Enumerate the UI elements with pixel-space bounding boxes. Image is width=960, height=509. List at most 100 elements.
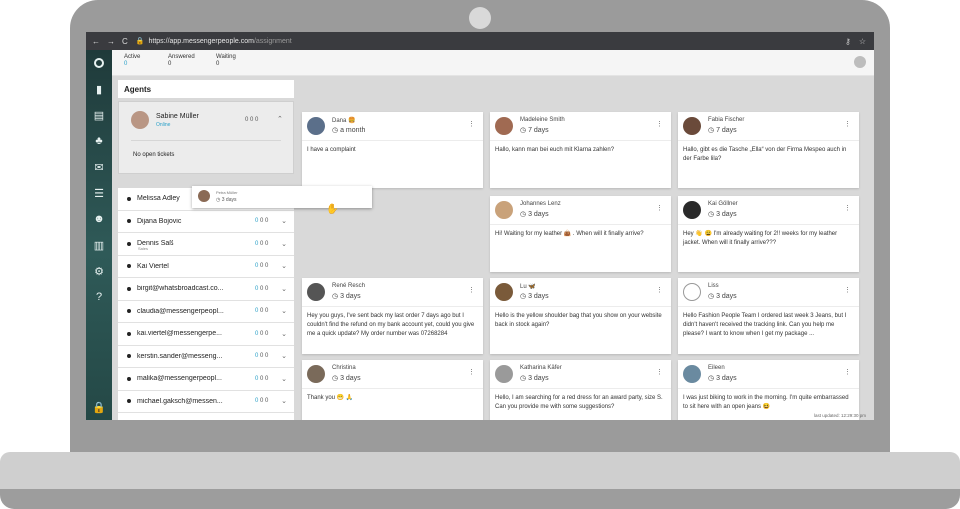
more-options-icon[interactable]: ⋮ [656,120,663,128]
list-icon[interactable]: ☰ [86,180,112,206]
ticket-message: I have a complaint [307,147,356,153]
inbox-icon[interactable]: ▤ [86,102,112,128]
chevron-down-icon[interactable]: ⌄ [281,285,287,293]
agent-list: Melissa Adley0 0 0⌄Dijana Bojovic0 0 0⌄D… [118,188,294,420]
more-options-icon[interactable]: ⋮ [844,120,851,128]
agent-name: Kai Viertel [137,262,169,270]
chevron-down-icon[interactable]: ⌄ [281,330,287,338]
customer-name: Fabia Fischer [708,117,745,123]
address-bar[interactable]: 🔒 https://app.messengerpeople.com/assign… [136,37,292,46]
status-dot [127,286,131,291]
agent-row[interactable]: kai.viertel@messengerpe... 0 0 0 ⌄ [118,323,294,346]
agent-name: claudia@messengerpeopl... [137,307,224,315]
ticket-card[interactable]: Christina ◷ 3 days ⋮ Thank you 😁 🙏 [302,360,483,420]
more-options-icon[interactable]: ⋮ [656,368,663,376]
chart-icon[interactable]: ▥ [86,232,112,258]
chevron-down-icon[interactable]: ⌄ [281,375,287,383]
ticket-card[interactable]: Lu 🦋 ◷ 3 days ⋮ Hello is the yellow shoulde… [490,278,671,354]
agent-expanded[interactable]: Sabine Müller Online 0 0 0 ⌃ No open tic… [118,101,294,174]
customer-name: Eileen [708,365,725,371]
help-icon[interactable]: ? [86,284,112,310]
ticket-card[interactable]: Fabia Fischer ◷ 7 days ⋮ Hallo, gibt es die… [678,112,859,188]
agent-name: Dennis Saß [137,240,174,248]
chevron-down-icon[interactable]: ⌄ [281,307,287,315]
ticket-card[interactable]: Dana 🍔 ◷ a month ⋮ I have a complaint [302,112,483,188]
ticket-card[interactable]: Eileen ◷ 3 days ⋮ I was just biking to work… [678,360,859,420]
agent-row[interactable]: muriam@messengerpeopl...0 0 0⌄ [118,413,294,420]
clock-icon: ◷ [520,211,527,218]
ticket-card[interactable]: Madeleine Smith ◷ 7 days ⋮ Hallo, kann man … [490,112,671,188]
chevron-down-icon[interactable]: ⌄ [281,397,287,405]
agents-panel: Agents Sabine Müller Online 0 0 0 ⌃ No o… [118,80,294,420]
agent-row[interactable]: claudia@messengerpeopl... 0 0 0 ⌄ [118,300,294,323]
more-options-icon[interactable]: ⋮ [844,204,851,212]
url-host: https://app.messengerpeople.com [148,37,254,45]
chevron-down-icon[interactable]: ⌄ [281,240,287,248]
star-icon[interactable]: ☆ [859,37,866,46]
agent-row[interactable]: birgit@whatsbroadcast.co... 0 0 0 ⌄ [118,278,294,301]
ticket-message: Hallo, gibt es die Tasche „Ella“ von der… [683,147,847,162]
avatar [307,365,325,383]
chevron-down-icon[interactable]: ⌄ [281,352,287,360]
status-dot [127,196,131,201]
status-dot [127,241,131,246]
avatar [495,283,513,301]
avatar [683,283,701,301]
clock-icon: ◷ [520,293,527,300]
gear-icon[interactable]: ⚙ [86,258,112,284]
agent-row[interactable]: malika@messengerpeopl... 0 0 0 ⌄ [118,368,294,391]
dragged-ticket[interactable]: Petra Müller ◷ 3 days [192,186,372,208]
lock-icon[interactable]: 🔒 [86,394,112,420]
status-dot [127,219,131,224]
ticket-age: ◷ 3 days [332,293,361,300]
tree-icon[interactable]: ♣ [86,128,112,154]
ticket-card[interactable]: Katharina Käfer ◷ 3 days ⋮ Hello, I am sear… [490,360,671,420]
hand-cursor-icon: ✋ [326,204,339,215]
ticket-grid: Dana 🍔 ◷ a month ⋮ I have a complaint Madele… [300,76,868,420]
forward-icon[interactable]: → [107,37,115,46]
agent-row[interactable]: Dennis Saß Sales 0 0 0 ⌄ [118,233,294,256]
last-updated: last updated: 12:29:30 pm [813,413,866,418]
more-options-icon[interactable]: ⋮ [844,286,851,294]
agent-name: Dijana Bojovic [137,217,182,225]
reload-icon[interactable]: C [122,37,128,46]
agent-row[interactable]: kerstin.sander@messeng... 0 0 0 ⌄ [118,345,294,368]
more-options-icon[interactable]: ⋮ [468,120,475,128]
device-icon[interactable]: ▮ [86,76,112,102]
more-options-icon[interactable]: ⋮ [468,368,475,376]
avatar [131,111,149,129]
key-icon[interactable]: ⚷ [845,37,851,46]
users-icon[interactable]: ☻ [86,206,112,232]
ticket-card[interactable]: Liss ◷ 3 days ⋮ Hello Fashion People Team I… [678,278,859,354]
status-dot [127,264,131,269]
chevron-down-icon[interactable]: ⌄ [281,262,287,270]
agent-name: birgit@whatsbroadcast.co... [137,285,224,293]
agent-row[interactable]: Dijana Bojovic 0 0 0 ⌄ [118,210,294,233]
agent-counts: 0 0 0 [255,398,269,405]
ticket-message: Hello Fashion People Team I ordered last… [683,313,847,337]
agent-row[interactable]: Kai Viertel 0 0 0 ⌄ [118,255,294,278]
chevron-down-icon[interactable]: ⌄ [281,217,287,225]
ticket-card[interactable]: René Resch ◷ 3 days ⋮ Hey you guys, I've se… [302,278,483,354]
agent-row[interactable]: michael.gaksch@messen... 0 0 0 ⌄ [118,390,294,413]
more-options-icon[interactable]: ⋮ [656,286,663,294]
more-options-icon[interactable]: ⋮ [844,368,851,376]
back-icon[interactable]: ← [92,37,100,46]
more-options-icon[interactable]: ⋮ [656,204,663,212]
avatar [198,190,210,202]
ticket-card[interactable]: Johannes Lenz ◷ 3 days ⋮ Hi! Waiting for my… [490,196,671,272]
ticket-card[interactable]: Kai Göllner ◷ 3 days ⋮ Hey 👋 😩 I'm already … [678,196,859,272]
avatar [307,117,325,135]
ticket-message: Hallo, kann man bei euch mit Klarna zahl… [495,147,615,153]
app-sidebar: ▮ ▤ ♣ ✉ ☰ ☻ ▥ ⚙ ? 🔒 [86,50,112,420]
profile-avatar[interactable] [854,56,866,68]
agent-counts: 0 0 0 [255,218,269,225]
ticket-age: ◷ 7 days [520,127,549,134]
more-options-icon[interactable]: ⋮ [468,286,475,294]
agent-name: michael.gaksch@messen... [137,397,223,405]
chevron-up-icon[interactable]: ⌃ [277,115,283,123]
status-dot [127,331,131,336]
logo-icon[interactable] [86,50,112,76]
chat-icon[interactable]: ✉ [86,154,112,180]
ticket-message: Thank you 😁 🙏 [307,395,354,401]
